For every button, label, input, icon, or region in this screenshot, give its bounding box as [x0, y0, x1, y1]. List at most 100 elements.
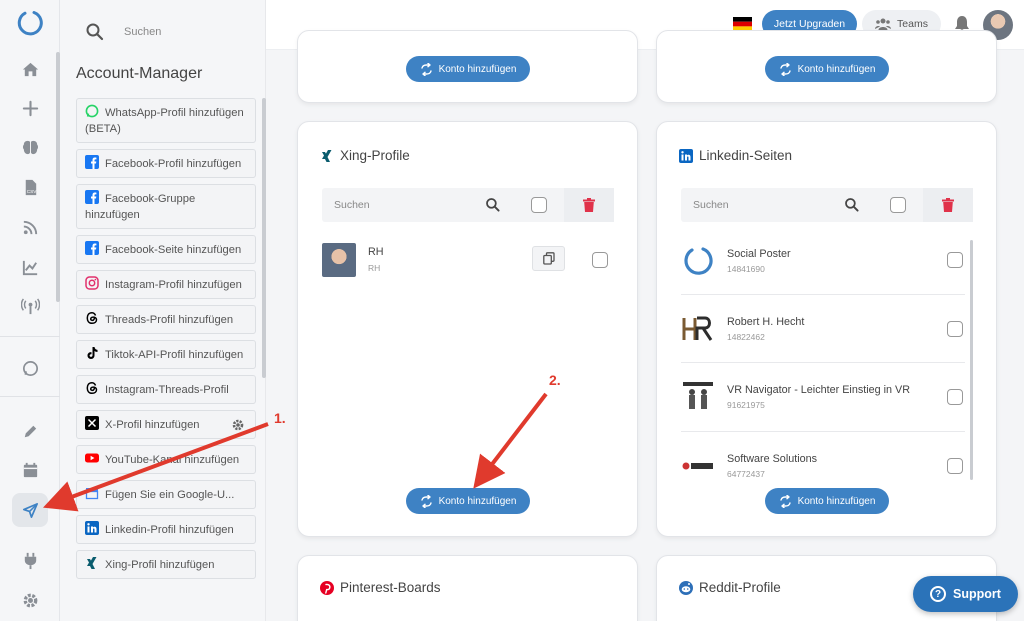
trash-icon [583, 198, 595, 212]
plus-icon[interactable] [12, 91, 48, 125]
nav-rail: CSV [0, 0, 60, 621]
brain-icon[interactable] [12, 130, 48, 164]
support-label: Support [953, 587, 1001, 601]
select-all-checkbox[interactable] [531, 197, 547, 213]
xing-search-input[interactable]: Suchen [334, 199, 370, 211]
xing-icon [322, 149, 332, 162]
tiktok-icon [85, 346, 99, 360]
panel-scrollbar[interactable] [262, 98, 266, 378]
linkedin-search-input[interactable]: Suchen [693, 199, 729, 211]
add-account-button[interactable]: Konto hinzufügen [406, 56, 530, 82]
account-type-item[interactable]: Tiktok-API-Profil hinzufügen [76, 340, 256, 369]
youtube-icon [85, 451, 99, 465]
row-divider [681, 294, 965, 295]
account-type-label: Instagram-Threads-Profil [105, 384, 229, 396]
account-type-item[interactable]: YouTube-Kanal hinzufügen [76, 445, 256, 474]
profile-photo [322, 243, 356, 277]
account-type-item[interactable]: Facebook-Seite hinzufügen [76, 235, 256, 264]
german-flag-icon[interactable] [733, 17, 752, 31]
select-all-checkbox[interactable] [890, 197, 906, 213]
row-checkbox[interactable] [947, 458, 963, 474]
account-type-item[interactable]: Xing-Profil hinzufügen [76, 550, 256, 579]
add-account-label: Konto hinzufügen [797, 63, 876, 75]
page-name: Social Poster [727, 248, 791, 260]
account-type-item[interactable]: Facebook-Gruppe hinzufügen [76, 184, 256, 229]
add-account-label: Konto hinzufügen [438, 495, 517, 507]
row-checkbox[interactable] [947, 252, 963, 268]
support-button[interactable]: ? Support [913, 576, 1018, 612]
linkedin-list-scrollbar[interactable] [970, 240, 973, 480]
profile-name: RH [368, 246, 384, 258]
google-business-icon [85, 486, 99, 500]
facebook-icon [85, 155, 99, 169]
account-type-item[interactable]: Instagram-Threads-Profil [76, 375, 256, 404]
whatsapp-icon [85, 104, 99, 118]
account-type-label: Tiktok-API-Profil hinzufügen [105, 349, 244, 361]
sync-icon [420, 494, 432, 508]
rss-icon[interactable] [12, 210, 48, 244]
account-type-label: X-Profil hinzufügen [105, 419, 200, 431]
linkedin-card-title: Linkedin-Seiten [699, 148, 793, 163]
trash-icon [942, 198, 954, 212]
account-type-item[interactable]: Fügen Sie ein Google-U... [76, 480, 256, 509]
annotation-step-1: 1. [274, 410, 286, 426]
pencil-icon[interactable] [12, 414, 48, 448]
app-logo[interactable] [16, 9, 44, 37]
account-type-label: Facebook-Profil hinzufügen [105, 158, 242, 170]
account-type-item[interactable]: Instagram-Profil hinzufügen [76, 270, 256, 299]
delete-button[interactable] [564, 188, 614, 222]
account-type-item[interactable]: X-Profil hinzufügen [76, 410, 256, 439]
chart-icon[interactable] [12, 250, 48, 284]
instagram-icon [85, 276, 99, 290]
page-id: 91621975 [727, 400, 765, 410]
sidebar-search-input[interactable]: Suchen [124, 26, 161, 38]
gear-icon[interactable] [231, 418, 245, 432]
add-account-button[interactable]: Konto hinzufügen [765, 488, 889, 514]
account-manager-panel: Suchen Account-Manager WhatsApp-Profil h… [60, 0, 266, 621]
social-poster-logo [684, 247, 713, 275]
search-icon[interactable] [844, 197, 860, 213]
search-icon[interactable] [85, 22, 105, 42]
account-type-item[interactable]: Linkedin-Profil hinzufügen [76, 515, 256, 544]
add-account-button[interactable]: Konto hinzufügen [406, 488, 530, 514]
sync-icon [779, 62, 791, 76]
search-icon[interactable] [485, 197, 501, 213]
account-type-label: Threads-Profil hinzufügen [105, 314, 234, 326]
account-type-label: WhatsApp-Profil hinzufügen (BETA) [85, 107, 244, 135]
paper-plane-icon[interactable] [12, 493, 48, 527]
whatsapp-icon[interactable] [12, 351, 48, 385]
add-account-button[interactable]: Konto hinzufügen [765, 56, 889, 82]
threads-icon [85, 381, 99, 395]
account-type-item[interactable]: WhatsApp-Profil hinzufügen (BETA) [76, 98, 256, 143]
threads-icon [85, 311, 99, 325]
account-type-label: Linkedin-Profil hinzufügen [105, 524, 234, 536]
row-checkbox[interactable] [947, 321, 963, 337]
account-type-item[interactable]: Threads-Profil hinzufügen [76, 305, 256, 334]
pinterest-boards-card: Pinterest-Boards [297, 555, 638, 621]
delete-button[interactable] [923, 188, 973, 222]
row-checkbox[interactable] [592, 252, 608, 268]
home-icon[interactable] [12, 52, 48, 86]
reddit-card-title: Reddit-Profile [699, 580, 781, 595]
page-name: Robert H. Hecht [727, 316, 805, 328]
plug-icon[interactable] [12, 543, 48, 577]
users-icon [875, 18, 892, 30]
gear-icon[interactable] [12, 583, 48, 617]
page-id: 14841690 [727, 264, 765, 274]
linkedin-search-bar: Suchen [681, 188, 973, 222]
copy-button[interactable] [532, 246, 565, 271]
csv-file-icon[interactable]: CSV [12, 170, 48, 204]
linkedin-pages-card: Linkedin-Seiten Suchen Social Poster 148… [656, 121, 997, 537]
sync-icon [779, 494, 791, 508]
profile-sub: RH [368, 263, 381, 273]
rail-divider [0, 336, 60, 337]
row-checkbox[interactable] [947, 389, 963, 405]
card-top-right: Konto hinzufügen [656, 30, 997, 103]
account-type-label: Facebook-Seite hinzufügen [105, 244, 242, 256]
account-type-label: Fügen Sie ein Google-U... [105, 489, 235, 501]
add-account-label: Konto hinzufügen [797, 495, 876, 507]
annotation-step-2: 2. [549, 372, 561, 388]
broadcast-tower-icon[interactable] [12, 289, 48, 323]
calendar-icon[interactable] [12, 453, 48, 487]
account-type-item[interactable]: Facebook-Profil hinzufügen [76, 149, 256, 178]
